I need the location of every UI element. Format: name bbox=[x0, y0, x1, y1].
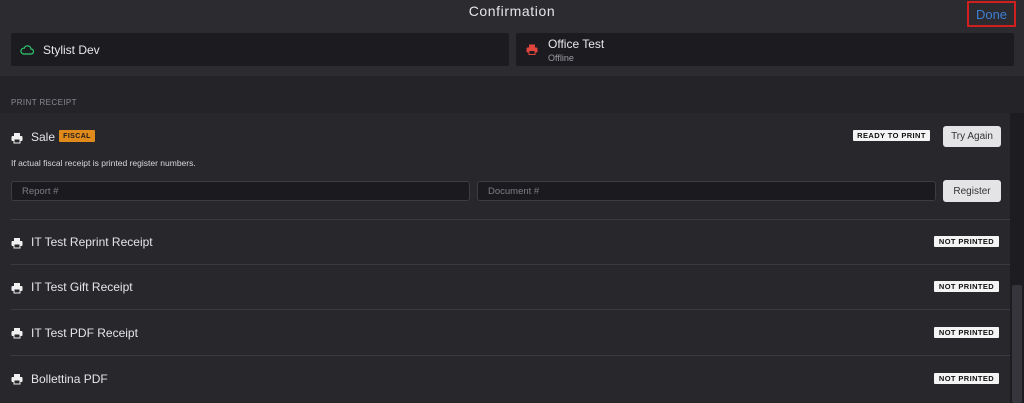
status-badge: NOT PRINTED bbox=[934, 327, 999, 338]
printer-icon bbox=[11, 238, 23, 249]
cloud-icon bbox=[19, 42, 35, 58]
status-badge: NOT PRINTED bbox=[934, 373, 999, 384]
receipt-label: Bollettina PDF bbox=[31, 372, 108, 386]
divider bbox=[11, 264, 1010, 265]
report-number-input[interactable] bbox=[11, 181, 470, 201]
status-badge: NOT PRINTED bbox=[934, 236, 999, 247]
divider bbox=[11, 309, 1010, 310]
status-badge: NOT PRINTED bbox=[934, 281, 999, 292]
register-button[interactable]: Register bbox=[943, 180, 1001, 202]
document-number-input[interactable] bbox=[477, 181, 936, 201]
divider bbox=[11, 219, 1010, 220]
device-card-office-test[interactable]: Office Test Offline bbox=[516, 33, 1014, 66]
divider bbox=[11, 355, 1010, 356]
printer-icon bbox=[11, 328, 23, 339]
section-header bbox=[0, 76, 1024, 113]
receipt-label: IT Test Reprint Receipt bbox=[31, 235, 153, 249]
fiscal-badge: FISCAL bbox=[59, 130, 95, 142]
page-title: Confirmation bbox=[468, 3, 556, 19]
device-name: Stylist Dev bbox=[43, 42, 100, 57]
printer-icon bbox=[11, 283, 23, 294]
status-badge: READY TO PRINT bbox=[853, 130, 930, 141]
printer-icon bbox=[524, 42, 540, 58]
receipt-label: IT Test PDF Receipt bbox=[31, 326, 138, 340]
printer-icon bbox=[11, 374, 23, 385]
receipt-label: IT Test Gift Receipt bbox=[31, 280, 133, 294]
device-status: Offline bbox=[548, 52, 574, 63]
scrollbar-thumb[interactable] bbox=[1012, 285, 1022, 403]
device-name: Office Test bbox=[548, 36, 605, 51]
sale-label: Sale bbox=[31, 130, 56, 144]
receipt-list bbox=[0, 113, 1010, 403]
printer-icon bbox=[11, 133, 23, 144]
try-again-button[interactable]: Try Again bbox=[943, 126, 1001, 147]
device-card-stylist-dev[interactable]: Stylist Dev bbox=[11, 33, 509, 66]
done-button[interactable]: Done bbox=[967, 1, 1016, 27]
section-label: PRINT RECEIPT bbox=[11, 98, 77, 107]
fiscal-info-text: If actual fiscal receipt is printed regi… bbox=[11, 158, 196, 168]
